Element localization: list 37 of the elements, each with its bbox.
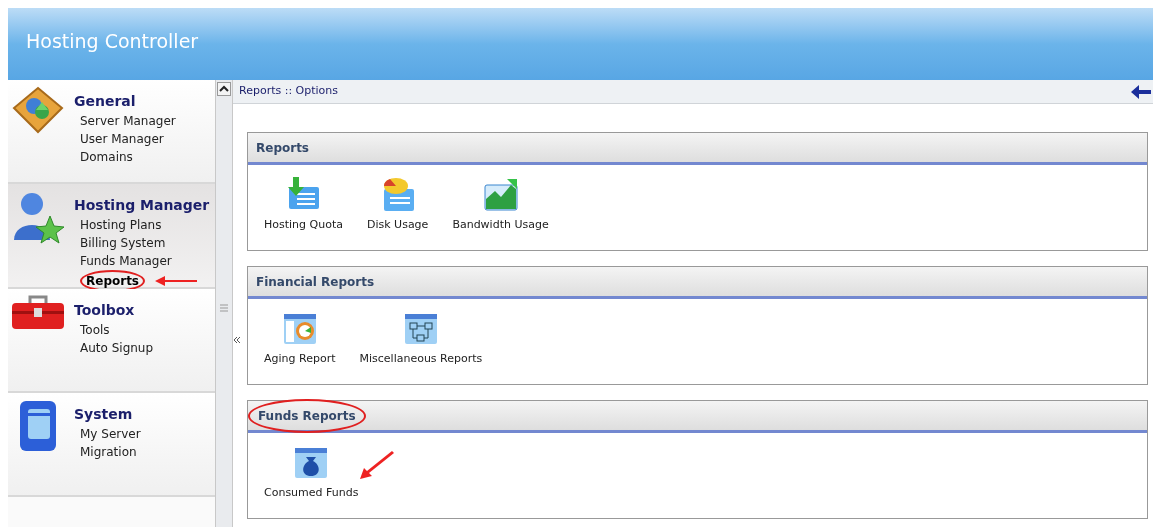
sidebar-link[interactable]: Funds Manager [80,252,172,270]
breadcrumb: Reports :: Options [239,83,339,100]
report-link[interactable]: Bandwidth Usage [452,177,549,234]
panel-title: Financial Reports [256,273,375,291]
section-title[interactable]: Hosting Manager [74,196,210,214]
grip-icon[interactable] [220,304,228,312]
panel-title: Funds Reports [248,398,366,433]
section-title[interactable]: System [74,405,133,423]
sidebar-link[interactable]: Billing System [80,234,166,252]
sidebar-link[interactable]: My Server [80,425,141,443]
sidebar-link[interactable]: Hosting Plans [80,216,162,234]
app-title: Hosting Controller [26,32,199,51]
flowchart-icon [402,311,439,345]
sidebar-link[interactable]: Auto Signup [80,339,154,357]
report-link[interactable]: Hosting Quota [264,177,343,234]
section-title[interactable]: Toolbox [74,301,135,319]
sidebar-link[interactable]: User Manager [80,130,164,148]
sidebar-link[interactable]: Migration [80,443,137,461]
sidebar-link[interactable]: Domains [80,148,133,166]
report-link[interactable]: Miscellaneous Reports [359,311,483,368]
report-link[interactable]: Disk Usage [366,177,429,234]
sidebar-link[interactable]: Tools [80,321,110,339]
sidebar-scrollbar[interactable] [215,80,233,527]
collapse-icon[interactable] [233,336,241,344]
report-link[interactable]: Consumed Funds [264,445,359,502]
clock-calendar-icon [281,311,318,345]
panel-title: Reports [256,139,309,157]
back-arrow-icon[interactable] [1131,84,1151,99]
user-star-icon [12,190,64,246]
section-title[interactable]: General [74,92,136,110]
server-tower-icon [18,399,58,453]
money-bag-icon [293,445,330,479]
scroll-up-icon[interactable] [217,82,231,96]
sidebar-link[interactable]: Server Manager [80,112,176,130]
download-list-icon [285,177,322,211]
rising-chart-icon [482,177,519,211]
report-link[interactable]: Aging Report [264,311,336,368]
